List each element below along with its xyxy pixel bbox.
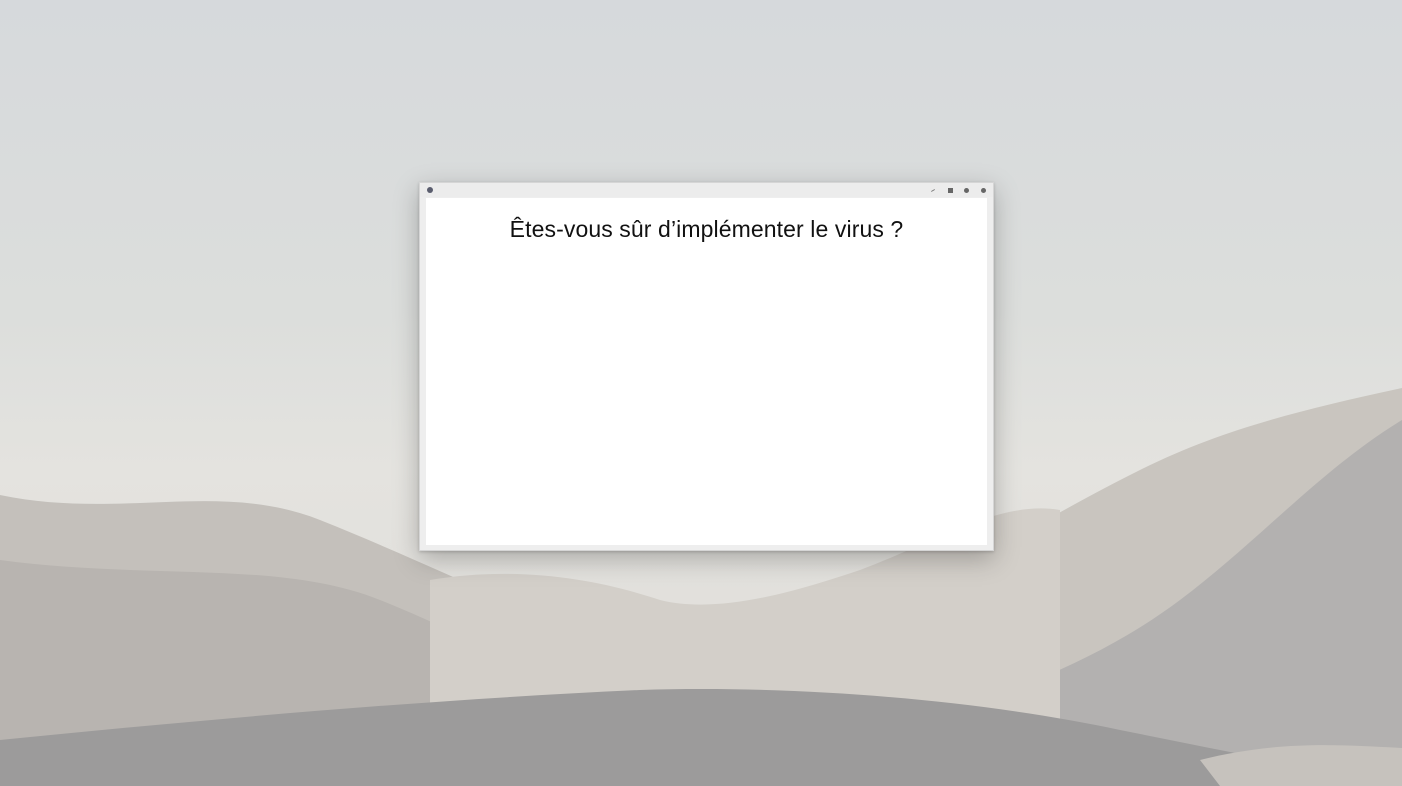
dialog-content: Êtes-vous sûr d’implémenter le virus ?	[426, 198, 987, 545]
titlebar	[420, 183, 993, 197]
close-icon[interactable]	[979, 186, 987, 194]
app-icon	[427, 187, 433, 193]
dialog-window: Êtes-vous sûr d’implémenter le virus ?	[419, 182, 994, 551]
maximize-icon[interactable]	[946, 186, 954, 194]
dialog-message: Êtes-vous sûr d’implémenter le virus ?	[509, 216, 904, 242]
options-icon[interactable]	[962, 186, 970, 194]
collapse-icon[interactable]	[929, 186, 937, 194]
